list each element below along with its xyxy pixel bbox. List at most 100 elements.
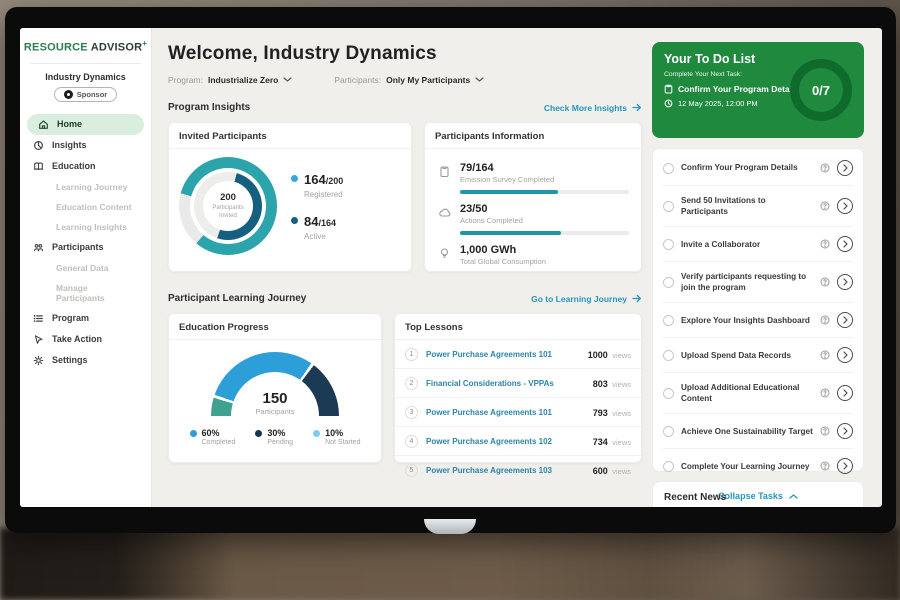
todo-summary-card: Your To Do List Complete Your Next Task:… xyxy=(652,42,864,138)
lesson-row: 3 Power Purchase Agreements 101 793 view… xyxy=(395,398,641,427)
lesson-link[interactable]: Power Purchase Agreements 101 xyxy=(426,408,585,417)
task-row: Verify participants requesting to join t… xyxy=(663,262,853,303)
info-icon[interactable] xyxy=(820,350,830,360)
stat-label: Actions Completed xyxy=(460,216,629,225)
task-open-button[interactable] xyxy=(837,312,853,328)
task-label[interactable]: Upload Spend Data Records xyxy=(681,350,813,361)
task-label[interactable]: Send 50 Invitations to Participants xyxy=(681,195,813,217)
info-icon[interactable] xyxy=(820,239,830,249)
gauge-legend: 60% Completed 30% Pending xyxy=(190,428,361,446)
sidebar-item-label: Insights xyxy=(52,140,87,150)
task-label[interactable]: Invite a Collaborator xyxy=(681,239,813,250)
legend-value: 164 xyxy=(304,172,326,187)
task-checkbox[interactable] xyxy=(663,315,674,326)
views-label: views xyxy=(612,438,631,447)
task-open-button[interactable] xyxy=(837,423,853,439)
sidebar-item-program[interactable]: Program xyxy=(20,308,151,329)
task-checkbox[interactable] xyxy=(663,163,674,174)
sidebar-item-insights[interactable]: Insights xyxy=(20,135,151,156)
legend-total: /200 xyxy=(326,176,344,186)
task-open-button[interactable] xyxy=(837,385,853,401)
task-checkbox[interactable] xyxy=(663,239,674,250)
sidebar-item-learning-insights[interactable]: Learning Insights xyxy=(20,217,151,237)
sidebar-item-participants[interactable]: Participants xyxy=(20,237,151,258)
info-icon[interactable] xyxy=(820,315,830,325)
chevron-right-icon xyxy=(843,240,848,248)
task-open-button[interactable] xyxy=(837,160,853,176)
task-checkbox[interactable] xyxy=(663,388,674,399)
views-count: 1000 xyxy=(588,350,608,360)
legend-dot xyxy=(313,430,320,437)
task-label[interactable]: Explore Your Insights Dashboard xyxy=(681,315,813,326)
info-icon[interactable] xyxy=(820,426,830,436)
lesson-link[interactable]: Financial Considerations - VPPAs xyxy=(426,379,585,388)
legend-label: Active xyxy=(304,232,336,241)
views-label: views xyxy=(612,409,631,418)
stat-emission-survey: 79/164 Emission Survey Completed xyxy=(437,156,629,197)
sidebar-item-learning-journey[interactable]: Learning Journey xyxy=(20,177,151,197)
info-icon[interactable] xyxy=(820,461,830,471)
task-checkbox[interactable] xyxy=(663,277,674,288)
participants-dropdown[interactable]: Participants: Only My Participants xyxy=(334,75,484,85)
task-label[interactable]: Confirm Your Program Details xyxy=(681,162,813,173)
actions-icon xyxy=(437,203,451,238)
program-dropdown[interactable]: Program: Industrialize Zero xyxy=(168,75,292,85)
task-label[interactable]: Complete Your Learning Journey xyxy=(681,461,813,472)
lesson-link[interactable]: Power Purchase Agreements 101 xyxy=(426,350,580,359)
task-checkbox[interactable] xyxy=(663,461,674,472)
desk-background xyxy=(0,528,900,600)
sidebar-item-manage-participants[interactable]: Manage Participants xyxy=(20,278,151,308)
legend-dot xyxy=(291,217,298,224)
todo-task-list: Confirm Your Program Details Send 50 Inv… xyxy=(652,148,864,472)
go-to-learning-journey-link[interactable]: Go to Learning Journey xyxy=(531,294,642,304)
stat-consumption: 1,000 GWh Total Global Consumption xyxy=(437,238,629,266)
people-icon xyxy=(33,242,44,253)
task-checkbox[interactable] xyxy=(663,201,674,212)
sidebar-item-label: Home xyxy=(57,119,82,129)
lesson-row: 4 Power Purchase Agreements 102 734 view… xyxy=(395,427,641,456)
task-label[interactable]: Verify participants requesting to join t… xyxy=(681,271,813,293)
task-label[interactable]: Achieve One Sustainability Target xyxy=(681,426,813,437)
info-icon[interactable] xyxy=(820,388,830,398)
arrow-right-icon xyxy=(632,103,642,112)
link-label: Check More Insights xyxy=(544,103,627,113)
task-open-button[interactable] xyxy=(837,274,853,290)
participants-value: Only My Participants xyxy=(386,75,470,85)
sidebar-item-label: Participants xyxy=(52,242,104,252)
legend-pct: 10% xyxy=(325,428,360,438)
sidebar-item-education-content[interactable]: Education Content xyxy=(20,197,151,217)
main-content: Welcome, Industry Dynamics Program: Indu… xyxy=(168,28,642,463)
card-title: Education Progress xyxy=(169,314,381,340)
task-open-button[interactable] xyxy=(837,198,853,214)
sidebar-item-education[interactable]: Education xyxy=(20,156,151,177)
sidebar-item-home[interactable]: Home xyxy=(27,114,144,135)
lesson-link[interactable]: Power Purchase Agreements 102 xyxy=(426,437,585,446)
todo-next-task: Confirm Your Program Details xyxy=(678,84,799,94)
sidebar-item-take-action[interactable]: Take Action xyxy=(20,329,151,350)
views-label: views xyxy=(612,380,631,389)
task-row: Upload Spend Data Records xyxy=(663,338,853,373)
stat-value: 23/50 xyxy=(460,203,629,215)
info-icon[interactable] xyxy=(820,277,830,287)
task-open-button[interactable] xyxy=(837,458,853,474)
gauge-center-label: Participants xyxy=(211,407,339,416)
gauge-center-value: 150 xyxy=(211,390,339,407)
sidebar-item-settings[interactable]: Settings xyxy=(20,350,151,371)
sidebar-item-general-data[interactable]: General Data xyxy=(20,258,151,278)
todo-next-due: 12 May 2025, 12:00 PM xyxy=(678,99,758,108)
chevron-right-icon xyxy=(843,202,848,210)
task-checkbox[interactable] xyxy=(663,426,674,437)
views-label: views xyxy=(612,467,631,476)
task-label[interactable]: Upload Additional Educational Content xyxy=(681,382,813,404)
check-more-insights-link[interactable]: Check More Insights xyxy=(544,103,642,113)
task-checkbox[interactable] xyxy=(663,350,674,361)
lesson-link[interactable]: Power Purchase Agreements 103 xyxy=(426,466,585,475)
legend-pending: 30% Pending xyxy=(255,428,293,446)
task-open-button[interactable] xyxy=(837,347,853,363)
task-open-button[interactable] xyxy=(837,236,853,252)
education-progress-card: Education Progress 150 Participants xyxy=(168,313,382,463)
info-icon[interactable] xyxy=(820,163,830,173)
chevron-right-icon xyxy=(843,427,848,435)
sponsor-badge[interactable]: Sponsor xyxy=(54,87,117,102)
info-icon[interactable] xyxy=(820,201,830,211)
